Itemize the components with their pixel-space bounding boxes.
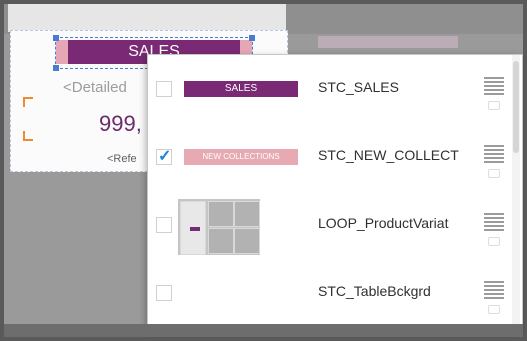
layer-checkbox[interactable] [156, 146, 172, 166]
lock-icon[interactable] [488, 237, 500, 246]
layer-name: STC_SALES [318, 79, 399, 95]
layer-row[interactable]: SALES STC_SALES [148, 55, 508, 123]
reference-text: <Refe [107, 153, 137, 165]
price-text: 999, [99, 111, 142, 136]
selection-handle[interactable] [249, 35, 255, 41]
thumbnail-label: SALES [184, 81, 298, 97]
menu-icon[interactable] [484, 77, 504, 95]
canvas-header [8, 4, 286, 32]
layer-checkbox[interactable] [156, 217, 172, 233]
lock-icon[interactable] [488, 101, 500, 110]
lock-icon[interactable] [488, 169, 500, 178]
layer-row[interactable]: NEW COLLECTIONS STC_NEW_COLLECT [148, 123, 508, 191]
crop-corner-bottom-left [23, 131, 33, 141]
selection-handle[interactable] [53, 65, 59, 71]
crop-corner-top-left [23, 97, 33, 107]
layer-thumbnail [178, 263, 304, 323]
layer-checkbox[interactable] [156, 81, 172, 97]
layer-thumbnail: NEW COLLECTIONS [178, 127, 304, 187]
menu-icon[interactable] [484, 145, 504, 163]
layer-name: STC_TableBckgrd [318, 283, 431, 299]
scrollbar-thumb[interactable] [513, 61, 519, 153]
detailed-description-text: <Detailed [63, 79, 127, 96]
panel-scrollbar[interactable] [512, 55, 520, 329]
layer-name: LOOP_ProductVariat [318, 215, 449, 231]
layer-thumbnail: SALES [178, 59, 304, 119]
layer-checkbox[interactable] [156, 285, 172, 301]
selection-handle[interactable] [53, 35, 59, 41]
layer-row[interactable]: STC_TableBckgrd [148, 259, 508, 327]
sales-accent-left [56, 40, 68, 64]
menu-icon[interactable] [484, 213, 504, 231]
bottom-bar [4, 324, 523, 337]
layer-row[interactable]: LOOP_ProductVariat [148, 191, 508, 259]
menu-icon[interactable] [484, 281, 504, 299]
layer-name: STC_NEW_COLLECT [318, 147, 459, 163]
lock-icon[interactable] [488, 305, 500, 314]
product-variation-thumbnail [178, 199, 260, 255]
thumbnail-label: NEW COLLECTIONS [184, 149, 298, 165]
layers-panel: SALES STC_SALES NEW COLLECTIONS STC_NEW_… [147, 54, 523, 330]
background-tab [318, 36, 458, 48]
